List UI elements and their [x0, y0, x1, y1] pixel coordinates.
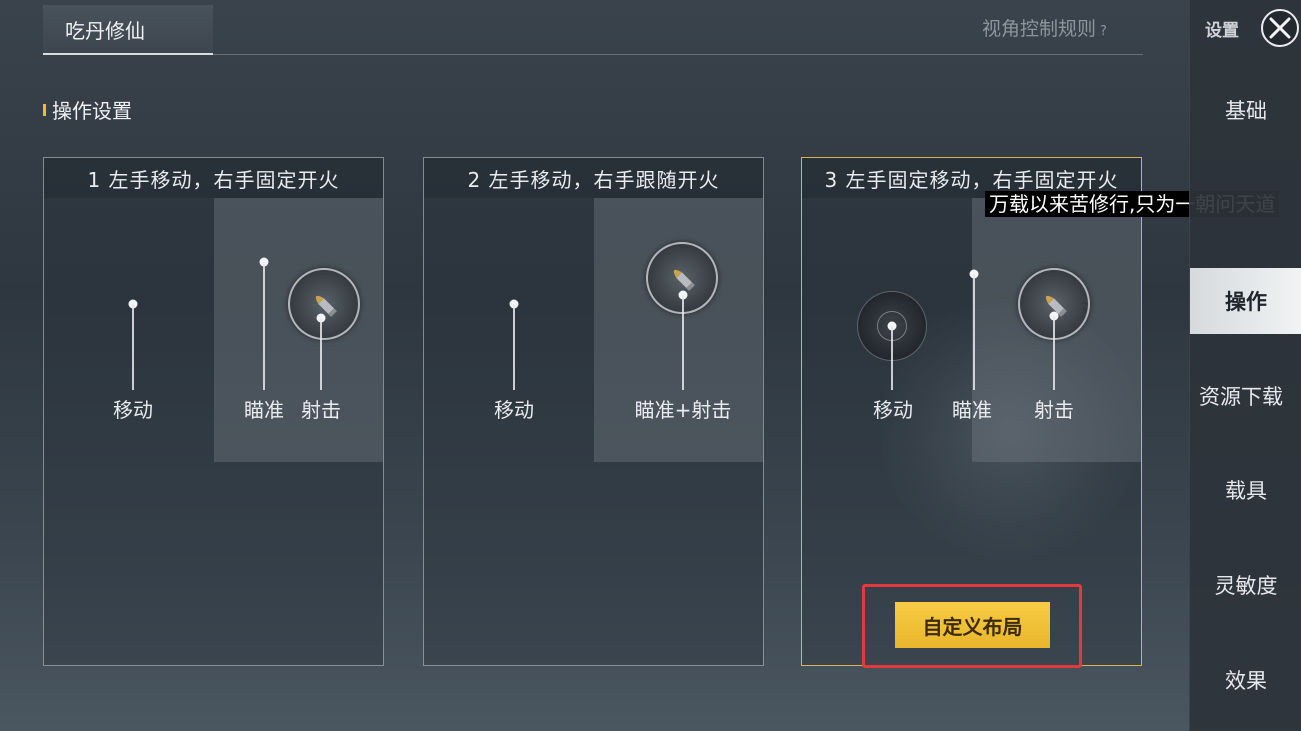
aim-label: 瞄准: [952, 398, 992, 422]
close-icon: [1269, 17, 1291, 39]
annotation-highlight-box: [862, 584, 1082, 668]
aim-fire-label: 瞄准+射击: [634, 398, 732, 422]
section-accent-bar: [43, 103, 46, 116]
sidebar-item-label: 效果: [1225, 669, 1267, 693]
sidebar-item-effects[interactable]: 效果: [1190, 647, 1301, 713]
guide-line: [513, 304, 515, 390]
move-label: 移动: [494, 398, 534, 422]
move-label: 移动: [873, 398, 913, 422]
tab-mode-label: 吃丹修仙: [65, 18, 145, 43]
guide-line: [682, 295, 684, 390]
tab-mode[interactable]: 吃丹修仙: [43, 5, 213, 55]
layout-option-1[interactable]: 1 左手移动，右手固定开火 移动 瞄准 射击: [43, 157, 384, 666]
sidebar-item-basic[interactable]: 基础: [1190, 77, 1301, 143]
sidebar-item-label: 灵敏度: [1214, 574, 1278, 598]
sidebar-item-resource-download[interactable]: 资源下载: [1190, 363, 1301, 429]
aim-label: 瞄准: [244, 398, 284, 422]
section-title: 操作设置: [43, 95, 132, 124]
fire-label: 射击: [1034, 398, 1074, 422]
sidebar-item-label: 载具: [1225, 479, 1267, 503]
rules-link-label: 视角控制规则: [982, 18, 1097, 40]
view-control-rules-link[interactable]: 视角控制规则?: [982, 14, 1107, 41]
guide-line: [891, 326, 893, 390]
layout-option-1-title: 1 左手移动，右手固定开火: [44, 158, 383, 198]
layout-option-2-title: 2 左手移动，右手跟随开火: [424, 158, 763, 198]
guide-line: [973, 274, 975, 390]
sidebar-item-sensitivity[interactable]: 灵敏度: [1190, 552, 1301, 618]
sidebar-header-label: 设置: [1205, 20, 1239, 41]
sidebar-item-label: 基础: [1225, 99, 1267, 123]
question-mark-icon: ?: [1100, 24, 1107, 39]
guide-line: [320, 318, 322, 390]
header-divider: [213, 54, 1143, 55]
sidebar-item-vehicle[interactable]: 载具: [1190, 457, 1301, 523]
sidebar-item-label: 操作: [1225, 290, 1267, 314]
guide-line: [132, 304, 134, 390]
fire-button-bullet-icon: [288, 268, 360, 340]
layout-option-2[interactable]: 2 左手移动，右手跟随开火 移动 瞄准+射击: [423, 157, 764, 666]
guide-line: [263, 262, 265, 390]
sidebar-item-label: 资源下载: [1199, 385, 1283, 409]
move-label: 移动: [113, 398, 153, 422]
sidebar-item-controls[interactable]: 操作: [1190, 268, 1301, 334]
settings-sidebar: 设置 基础 操作 资源下载 载具 灵敏度 效果: [1189, 0, 1301, 731]
fire-label: 射击: [301, 398, 341, 422]
close-button[interactable]: [1261, 9, 1299, 47]
guide-line: [1053, 316, 1055, 390]
section-title-label: 操作设置: [52, 99, 132, 123]
